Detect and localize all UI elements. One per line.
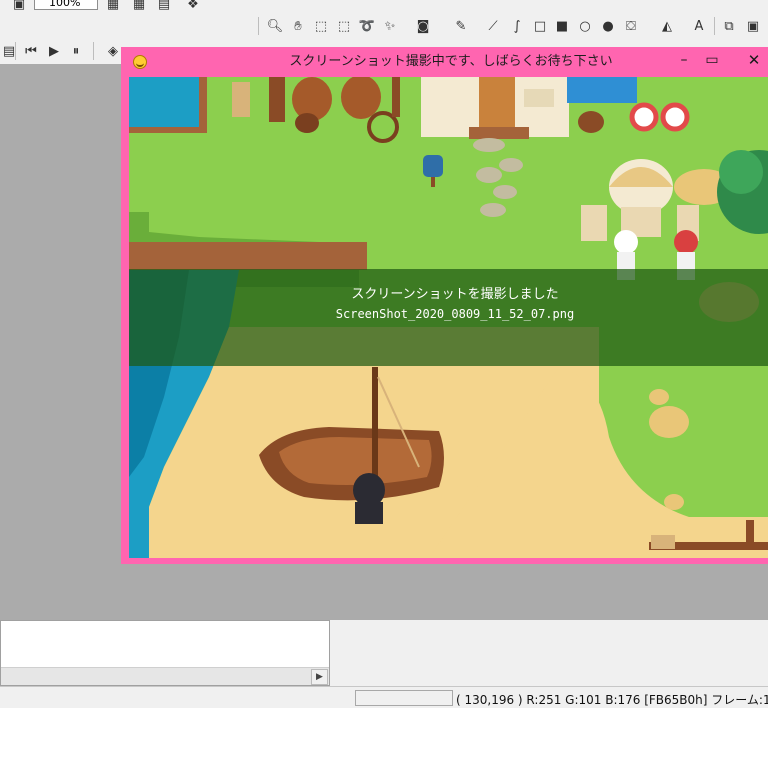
- mailbox: [423, 155, 443, 177]
- image-icon[interactable]: ▣: [10, 0, 28, 14]
- magic-wand-icon[interactable]: ✨︎: [381, 16, 399, 36]
- notice-message: スクリーンショットを撮影しました: [351, 287, 559, 302]
- stone: [480, 203, 506, 217]
- game-window-titlebar[interactable]: スクリーンショット撮影中です、しばらくお待ち下さい – ▭ ✕: [121, 47, 768, 77]
- life-ring: [660, 102, 690, 132]
- character-cat: [353, 473, 385, 507]
- post: [269, 77, 285, 122]
- chair: [581, 205, 607, 241]
- post: [392, 77, 400, 117]
- house-sign: [524, 89, 554, 107]
- grid-dots-icon[interactable]: ▤: [155, 0, 173, 14]
- pond-bank: [129, 127, 207, 133]
- porch: [469, 127, 529, 139]
- toolbar-separator: [15, 42, 16, 60]
- house-door: [479, 77, 515, 127]
- horizontal-scrollbar[interactable]: ▶: [1, 667, 329, 685]
- house-roof-accent: [567, 77, 637, 103]
- stool: [232, 82, 250, 117]
- stone: [473, 138, 505, 152]
- mailbox-post: [431, 177, 435, 187]
- marquee-icon[interactable]: ⬚: [312, 16, 330, 36]
- window-icon[interactable]: ⧉: [720, 16, 738, 36]
- scroll-right-icon[interactable]: ▶: [311, 669, 328, 685]
- palette-icon[interactable]: ❖: [184, 0, 202, 14]
- play-icon[interactable]: ▶︎: [45, 41, 63, 61]
- stone: [476, 167, 502, 183]
- flower-pot: [578, 111, 604, 133]
- text-icon[interactable]: A: [690, 16, 708, 36]
- character-red: [674, 230, 698, 254]
- line-icon[interactable]: ⟋: [484, 16, 502, 36]
- sand-patch: [664, 494, 684, 510]
- status-bar: ( 130,196 ) R:251 G:101 B:176 [FB65B0h] …: [0, 686, 768, 708]
- rect-fill-icon[interactable]: ■: [553, 16, 571, 36]
- ellipse-fill-icon[interactable]: ●: [599, 16, 617, 36]
- status-field-empty: [355, 690, 453, 706]
- barrel: [341, 77, 381, 119]
- sand-patch: [649, 389, 669, 405]
- pot: [295, 113, 319, 133]
- toolbar-separator: [714, 17, 715, 35]
- stamp-icon[interactable]: ◙: [414, 16, 432, 36]
- minimize-button[interactable]: –: [669, 48, 699, 72]
- top-toolbar: ▣ 100% ▦ ▦ ▤ ❖: [0, 0, 768, 15]
- editor-app: ▣ 100% ▦ ▦ ▤ ❖ 🔍︎ ✋︎ ⬚ ⬚ ➰ ✨︎ ◙ ✎ ⟋ ∫ □ …: [0, 0, 768, 708]
- maximize-button[interactable]: ▭: [697, 48, 727, 72]
- hand-icon[interactable]: ✋︎: [289, 16, 307, 36]
- close-button[interactable]: ✕: [731, 48, 768, 72]
- game-viewport[interactable]: スクリーンショットを撮影しました ScreenShot_2020_0809_11…: [129, 77, 768, 558]
- gradient-icon[interactable]: ◭: [658, 16, 676, 36]
- ellipse-outline-icon[interactable]: ○: [576, 16, 594, 36]
- signpost: [651, 535, 675, 549]
- pause-icon[interactable]: ⏸︎: [67, 41, 85, 61]
- zoom-select[interactable]: 100%: [34, 0, 98, 10]
- tool-toolbar: 🔍︎ ✋︎ ⬚ ⬚ ➰ ✨︎ ◙ ✎ ⟋ ∫ □ ■ ○ ● ⛋ ◭ A ⧉ ▣: [0, 14, 768, 39]
- lasso-icon[interactable]: ⬚: [335, 16, 353, 36]
- boat-mast: [372, 367, 378, 482]
- screenshot-notice: スクリーンショットを撮影しました ScreenShot_2020_0809_11…: [129, 269, 768, 366]
- stone: [493, 185, 517, 199]
- curve-icon[interactable]: ∫: [508, 16, 526, 36]
- pencil-icon[interactable]: ✎: [452, 16, 470, 36]
- timeline-panel[interactable]: ▶: [0, 620, 330, 686]
- right-panel: [330, 620, 768, 686]
- character-white: [614, 230, 638, 254]
- fence-post: [746, 520, 754, 550]
- tree-canopy: [719, 150, 763, 194]
- pond-bank: [199, 77, 207, 132]
- toolbar-separator: [258, 17, 259, 35]
- sand-patch: [649, 406, 689, 438]
- game-window[interactable]: スクリーンショット撮影中です、しばらくお待ち下さい – ▭ ✕ スクリーンショッ…: [121, 47, 768, 564]
- pond: [129, 77, 199, 127]
- character-cat-body: [355, 502, 383, 524]
- rewind-icon[interactable]: ⏮︎: [22, 41, 40, 61]
- lasso-free-icon[interactable]: ➰: [358, 16, 376, 36]
- cliff-face: [129, 242, 367, 270]
- magnifier-icon[interactable]: 🔍︎: [266, 16, 284, 36]
- layer-icon[interactable]: ◈: [104, 41, 122, 61]
- stone: [499, 158, 523, 172]
- rect-outline-icon[interactable]: □: [531, 16, 549, 36]
- fit-icon[interactable]: ▣: [744, 16, 762, 36]
- toolbar-separator: [93, 42, 94, 60]
- grid-icon[interactable]: ▦: [104, 0, 122, 14]
- grid-alt-icon[interactable]: ▦: [130, 0, 148, 14]
- pixel-info: ( 130,196 ) R:251 G:101 B:176 [FB65B0h] …: [456, 693, 768, 707]
- notice-filename: ScreenShot_2020_0809_11_52_07.png: [335, 307, 575, 321]
- life-ring: [629, 102, 659, 132]
- fill-bucket-icon[interactable]: ⛋: [622, 16, 640, 36]
